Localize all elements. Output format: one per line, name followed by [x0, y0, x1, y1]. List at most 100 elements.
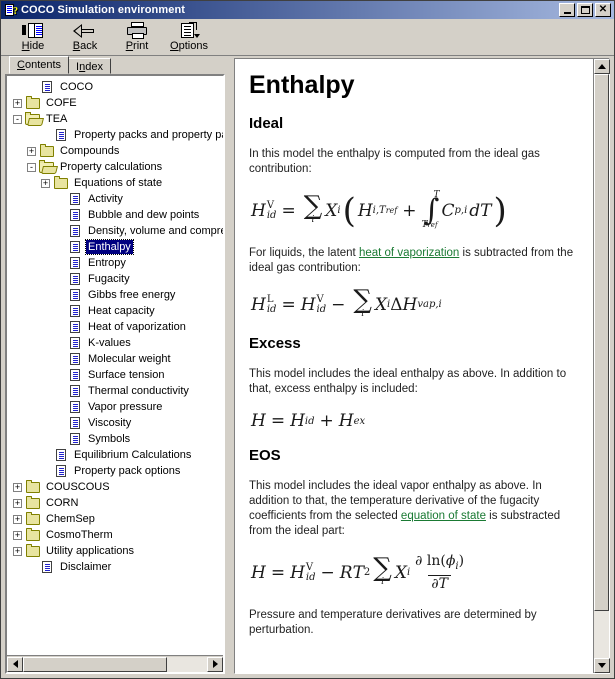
content-vscroll-track[interactable] — [594, 74, 609, 658]
contents-tree[interactable]: COCO + COFE - TEA Property packs and property… — [5, 74, 225, 674]
tree-item[interactable]: + Compounds — [7, 143, 223, 159]
tree-item-label: Symbols — [88, 433, 131, 445]
tree-item[interactable]: Heat of vaporization — [7, 319, 223, 335]
tab-contents[interactable]: Contents — [9, 56, 70, 74]
heading-ideal: Ideal — [249, 115, 284, 132]
tree-item[interactable]: Activity — [7, 191, 223, 207]
tree-item[interactable]: Fugacity — [7, 271, 223, 287]
tree-item[interactable]: Symbols — [7, 431, 223, 447]
expand-icon[interactable]: + — [13, 546, 22, 556]
topic-document: Enthalpy Ideal In this model the enthalp… — [235, 59, 593, 673]
content-vscroll-thumb[interactable] — [594, 74, 609, 612]
tree-item-label: Fugacity — [88, 273, 130, 285]
content-vertical-scrollbar[interactable] — [593, 59, 610, 673]
hide-button[interactable]: Hide — [7, 21, 59, 52]
tree-item[interactable]: - TEA — [7, 111, 223, 127]
eq4-sum-glyph: ∑ — [373, 553, 392, 583]
eq1-int-glyph: ∫ — [423, 193, 440, 228]
tree-hscroll-track[interactable] — [23, 656, 207, 672]
link-equation-of-state[interactable]: equation of state — [401, 510, 486, 522]
options-button-label: Options — [170, 40, 208, 52]
eq1-cp-sub: p,i — [454, 205, 468, 216]
tree-item-label: ChemSep — [46, 513, 95, 525]
tree-item[interactable]: Density, volume and compressi — [7, 223, 223, 239]
tree-horizontal-scrollbar[interactable] — [7, 655, 223, 672]
print-button[interactable]: Print — [111, 21, 163, 52]
topic-page-icon — [67, 272, 83, 286]
close-button[interactable]: ✕ — [595, 3, 611, 17]
eq4-frac-den-t: T — [438, 576, 448, 592]
tree-item[interactable]: Viscosity — [7, 415, 223, 431]
topic-page-icon — [67, 288, 83, 302]
tree-item[interactable]: Property packs and property pack i — [7, 127, 223, 143]
paragraph-eos: This model includes the ideal vapor enth… — [249, 479, 579, 539]
collapse-icon[interactable]: - — [27, 162, 36, 172]
scroll-left-button[interactable] — [7, 656, 23, 672]
folder-closed-icon — [25, 512, 41, 526]
tree-item-label: Compounds — [60, 145, 120, 157]
expand-icon[interactable]: + — [27, 146, 36, 156]
tree-item-label: Enthalpy — [85, 239, 134, 255]
tree-item[interactable]: + ChemSep — [7, 511, 223, 527]
tree-item[interactable]: Gibbs free energy — [7, 287, 223, 303]
tree-item-label: Activity — [88, 193, 123, 205]
eq2-rhs-var: H — [300, 294, 316, 315]
scroll-right-button[interactable] — [207, 656, 223, 672]
scroll-up-button[interactable] — [594, 59, 610, 74]
tree-item[interactable]: Vapor pressure — [7, 399, 223, 415]
topic-page-icon — [67, 208, 83, 222]
expand-icon[interactable]: + — [13, 530, 22, 540]
tree-item-label: Vapor pressure — [88, 401, 163, 413]
expand-icon[interactable]: + — [13, 482, 22, 492]
navigation-pane: Contents Index COCO + COFE - TEA Property pac… — [1, 56, 229, 678]
expand-icon[interactable]: + — [13, 514, 22, 524]
tree-item[interactable]: Heat capacity — [7, 303, 223, 319]
equation-ideal-liquid: H Lid = H Vid − ∑ i Xi Δ Hvap,i — [251, 285, 579, 319]
paragraph-ideal-2-text-a: For liquids, the latent — [249, 247, 359, 259]
tree-item[interactable]: K-values — [7, 335, 223, 351]
tree-item[interactable]: + COFE — [7, 95, 223, 111]
eq3-plus: + — [319, 411, 334, 431]
expand-icon[interactable]: + — [41, 178, 50, 188]
tree-item[interactable]: Bubble and dew points — [7, 207, 223, 223]
maximize-button[interactable] — [577, 3, 593, 17]
tree-item[interactable]: Entropy — [7, 255, 223, 271]
collapse-icon[interactable]: - — [13, 114, 22, 124]
tree-item[interactable]: + CORN — [7, 495, 223, 511]
tree-item[interactable]: Thermal conductivity — [7, 383, 223, 399]
eq2-sum-glyph: ∑ — [353, 285, 372, 315]
tree-hscroll-thumb[interactable] — [23, 656, 167, 672]
tree-item[interactable]: + COUSCOUS — [7, 479, 223, 495]
tree-item[interactable]: Surface tension — [7, 367, 223, 383]
tab-index[interactable]: Index — [68, 58, 111, 74]
expand-icon[interactable]: + — [13, 98, 22, 108]
tree-item[interactable]: Property pack options — [7, 463, 223, 479]
back-button[interactable]: Back — [59, 21, 111, 52]
link-heat-of-vaporization[interactable]: heat of vaporization — [359, 247, 459, 259]
tree-item[interactable]: Disclaimer — [7, 559, 223, 575]
topic-viewer: Enthalpy Ideal In this model the enthalp… — [234, 58, 610, 674]
scroll-down-button[interactable] — [594, 658, 610, 673]
tree-item[interactable]: + CosmoTherm — [7, 527, 223, 543]
eq2-dh-sub: vap,i — [417, 299, 442, 310]
folder-open-icon — [39, 160, 55, 174]
title-bar: ? COCO Simulation environment ✕ — [1, 1, 614, 19]
toolbar: Hide Back Print Options — [1, 19, 614, 56]
tree-item[interactable]: + Equations of state — [7, 175, 223, 191]
expand-icon[interactable]: + — [13, 498, 22, 508]
options-button[interactable]: Options — [163, 21, 215, 52]
paragraph-ideal-2: For liquids, the latent heat of vaporiza… — [249, 246, 579, 276]
eq1-h-sub: i,T — [372, 205, 386, 216]
folder-closed-icon — [25, 496, 41, 510]
tree-item[interactable]: Equilibrium Calculations — [7, 447, 223, 463]
topic-page-icon — [39, 80, 55, 94]
tree-item[interactable]: Molecular weight — [7, 351, 223, 367]
tree-item[interactable]: + Utility applications — [7, 543, 223, 559]
eq2-rhs-sup: V — [316, 293, 324, 305]
minimize-button[interactable] — [559, 3, 575, 17]
tree-item[interactable]: COCO — [7, 79, 223, 95]
tree-item-label: COUSCOUS — [46, 481, 110, 493]
tree-item[interactable]: Enthalpy — [7, 239, 223, 255]
tree-item[interactable]: - Property calculations — [7, 159, 223, 175]
topic-page-icon — [67, 416, 83, 430]
